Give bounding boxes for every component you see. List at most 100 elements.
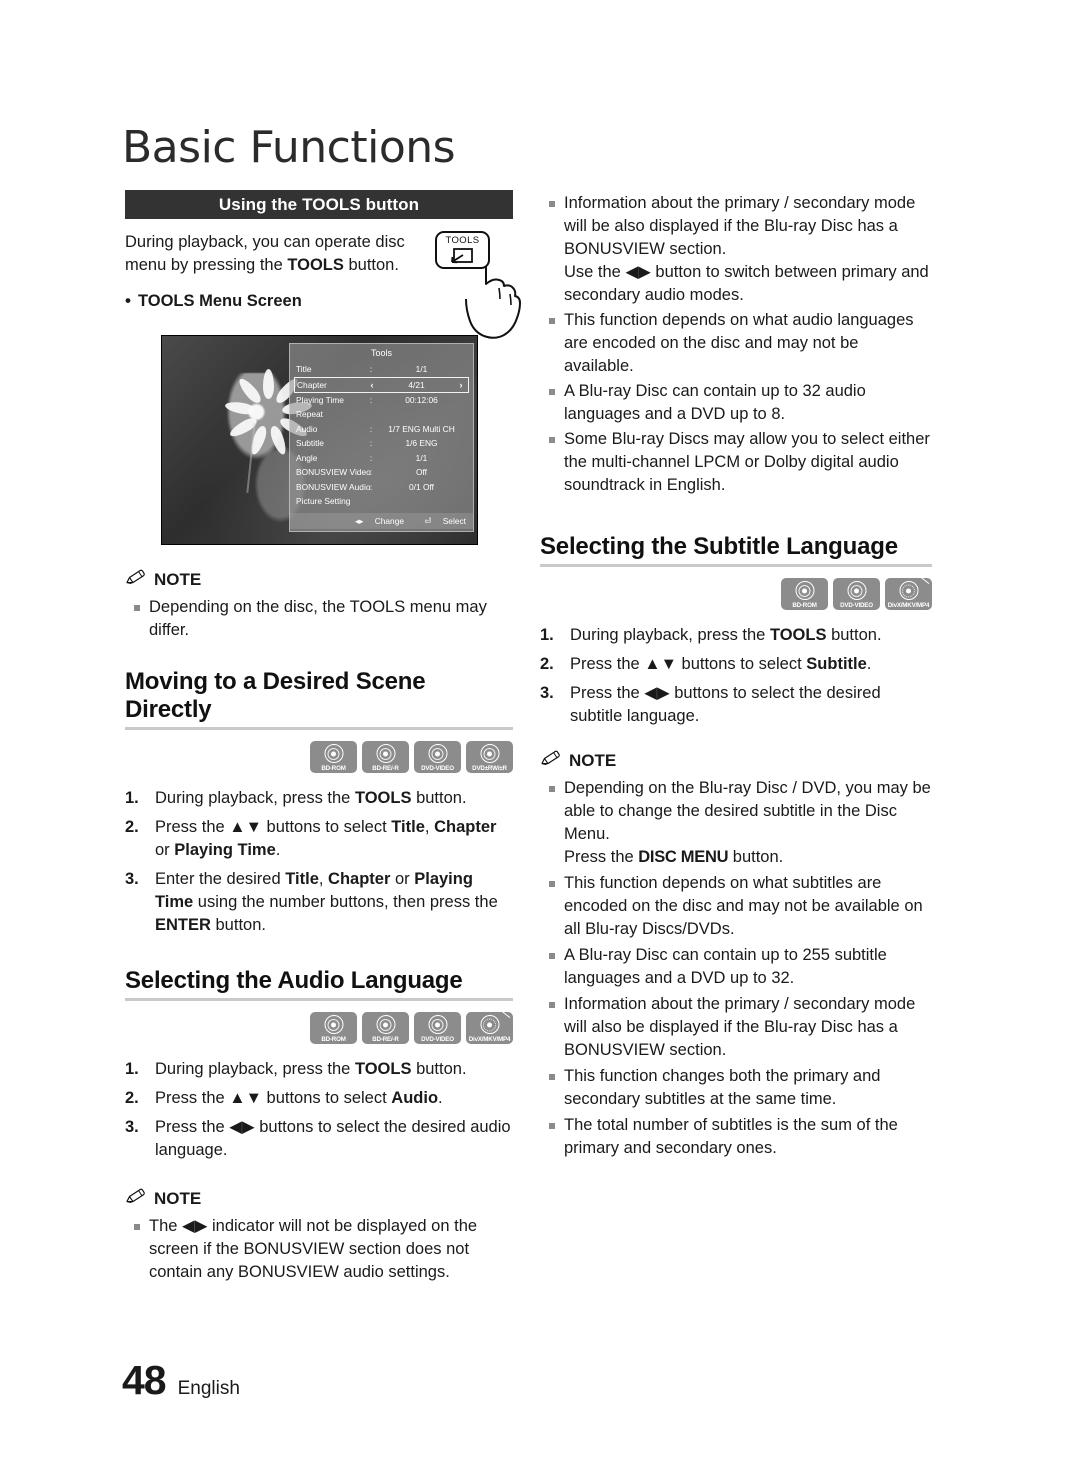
steps-subtitle-language: 1. During playback, press the TOOLS butt…	[540, 624, 932, 728]
note-heading: NOTE	[125, 1188, 513, 1209]
note-item: Information about the primary / secondar…	[540, 192, 932, 307]
tools-menu-row[interactable]: Title: 1/1	[296, 362, 467, 377]
heading-moving-scene: Moving to a Desired Scene Directly	[125, 668, 426, 723]
note-title: NOTE	[154, 569, 202, 589]
steps-audio-language: 1. During playback, press the TOOLS butt…	[125, 1058, 513, 1162]
disc-badge: DivX/MKV/MP4	[466, 1011, 513, 1044]
note-list: Depending on the Blu-ray Disc / DVD, you…	[540, 777, 932, 1160]
flower-petal	[224, 400, 256, 417]
tools-menu-row-label: Angle	[296, 452, 318, 463]
step-text: Press the ▲▼ buttons to select Audio.	[155, 1089, 443, 1107]
tools-menu-row[interactable]: Picture Setting	[296, 494, 467, 509]
tools-menu-row[interactable]: Subtitle: 1/6 ENG	[296, 436, 467, 451]
footer-select: ⏎ Select	[415, 516, 466, 526]
note-item: Information about the primary / secondar…	[540, 993, 932, 1062]
section-bar-prefix: Using the	[218, 195, 303, 214]
left-arrow-icon[interactable]: ‹	[367, 380, 377, 390]
note-item: The total number of subtitles is the sum…	[540, 1114, 932, 1160]
tools-menu-row-label: BONUSVIEW Audio	[296, 481, 371, 492]
disc-badge: DVD±RW/±R	[466, 741, 513, 773]
step-item: 1. During playback, press the TOOLS butt…	[125, 1058, 513, 1081]
disc-badge-label: BD-ROM	[792, 601, 817, 609]
note-item: A Blu-ray Disc can contain up to 32 audi…	[540, 380, 932, 426]
section-bar-suffix: button	[360, 195, 420, 214]
heading-rule	[125, 998, 513, 1001]
tools-menu-row-separator: :	[369, 364, 373, 375]
step-item: 2. Press the ▲▼ buttons to select Subtit…	[540, 653, 932, 676]
tools-key-label: TOOLS	[445, 235, 480, 246]
right-arrow-icon[interactable]: ›	[456, 380, 466, 390]
step-text: During playback, press the TOOLS button.	[570, 626, 882, 644]
note-heading: NOTE	[540, 750, 932, 771]
disc-badge-label: BD-RE/-R	[372, 1035, 399, 1043]
step-number: 2.	[125, 1089, 139, 1107]
note-list: Depending on the disc, the TOOLS menu ma…	[125, 596, 513, 642]
step-text: Press the ◀▶ buttons to select the desir…	[155, 1118, 511, 1159]
disc-badges-subtitle: BD-ROM DVD-VIDEO DivX/MKV/MP4	[540, 577, 932, 610]
disc-badge-label: DVD-VIDEO	[421, 1035, 454, 1043]
step-item: 3. Enter the desired Title, Chapter or P…	[125, 868, 513, 937]
note-item: The ◀▶ indicator will not be displayed o…	[125, 1215, 513, 1284]
note-item: This function depends on what audio lang…	[540, 309, 932, 378]
step-text: Enter the desired Title, Chapter or Play…	[155, 870, 498, 934]
right-column: Information about the primary / secondar…	[540, 190, 932, 1160]
note-item: Some Blu-ray Discs may allow you to sele…	[540, 428, 932, 497]
pencil-icon	[125, 1188, 147, 1209]
step-text: During playback, press the TOOLS button.	[155, 789, 467, 807]
disc-badge-label: DivX/MKV/MP4	[468, 1035, 511, 1043]
tools-panel-title: Tools	[370, 348, 392, 358]
tools-menu-row[interactable]: Audio: 1/7 ENG Multi CH	[296, 422, 467, 437]
step-text: Press the ▲▼ buttons to select Subtitle.	[570, 655, 872, 673]
audio-notes-list: Information about the primary / secondar…	[540, 192, 932, 497]
tools-menu-row-value: 00:12:06	[405, 394, 438, 405]
page-language: English	[177, 1378, 240, 1399]
tools-menu-row-separator: :	[369, 452, 373, 463]
disc-badge: BD-ROM	[310, 741, 357, 773]
tools-menu-row[interactable]: Angle: 1/1	[296, 451, 467, 466]
page-number: 48	[122, 1357, 167, 1403]
heading-rule	[540, 564, 932, 567]
tools-menu-row-value: 1/1	[415, 364, 428, 375]
tools-key-button: TOOLS	[435, 231, 490, 269]
note-block-1: NOTE Depending on the disc, the TOOLS me…	[125, 569, 513, 642]
disc-badge: BD-RE/-R	[362, 1012, 409, 1044]
tools-menu-row-separator: :	[369, 423, 373, 434]
tools-menu-row-value: 1/7 ENG Multi CH	[388, 423, 455, 434]
tools-panel-footer: ◂▸ Change ⏎ Select	[290, 512, 473, 529]
disc-badge-label: BD-ROM	[321, 1035, 346, 1043]
heading-audio-language: Selecting the Audio Language	[125, 967, 463, 994]
tools-menu-row-label: Chapter	[297, 379, 327, 390]
tools-menu-row[interactable]: Repeat	[296, 407, 467, 422]
tools-menu-row-label: Playing Time	[296, 394, 344, 405]
tools-menu-row-value: 4/21	[408, 379, 425, 390]
step-text: Press the ▲▼ buttons to select Title, Ch…	[155, 818, 497, 859]
step-item: 1. During playback, press the TOOLS butt…	[540, 624, 932, 647]
disc-badges-scene: BD-ROM BD-RE/-R DVD-VIDEO DVD±RW/±R	[125, 741, 513, 773]
enter-icon: ⏎	[424, 515, 432, 526]
step-number: 3.	[125, 1118, 139, 1136]
steps-moving-scene: 1. During playback, press the TOOLS butt…	[125, 787, 513, 937]
tools-menu-panel: Tools Title: 1/1 Chapter ‹ 4/21 › Playing Time…	[289, 343, 474, 532]
tools-menu-row[interactable]: BONUSVIEW Video: Off	[296, 465, 467, 480]
disc-badge: BD-ROM	[781, 578, 828, 610]
disc-badge-label: DivX/MKV/MP4	[887, 601, 930, 609]
step-number: 2.	[540, 655, 554, 673]
step-text: Press the ◀▶ buttons to select the desir…	[570, 684, 881, 725]
disc-badge: DivX/MKV/MP4	[885, 577, 932, 610]
disc-icon	[428, 744, 447, 763]
disc-badge: DVD-VIDEO	[833, 578, 880, 610]
tools-menu-row[interactable]: Playing Time: 00:12:06	[296, 393, 467, 408]
disc-icon	[324, 744, 343, 763]
tools-menu-row-label: Picture Setting	[296, 496, 351, 507]
manual-page: Basic Functions Using the TOOLS button D…	[0, 0, 1080, 1479]
tools-menu-row[interactable]: BONUSVIEW Audio: 0/1 Off	[296, 480, 467, 495]
tools-menu-row-value: 0/1 Off	[409, 481, 434, 492]
tools-menu-row-separator: :	[369, 467, 373, 478]
disc-icon	[480, 744, 499, 763]
tools-menu-row[interactable]: Chapter ‹ 4/21 ›	[294, 376, 469, 393]
step-item: 3. Press the ◀▶ buttons to select the de…	[125, 1116, 513, 1162]
disc-badges-audio: BD-ROM BD-RE/-R DVD-VIDEO DivX/MKV/MP4	[125, 1011, 513, 1044]
intro-strong: TOOLS	[287, 256, 344, 274]
section-bar-strong: TOOLS	[302, 195, 361, 214]
step-item: 1. During playback, press the TOOLS butt…	[125, 787, 513, 810]
